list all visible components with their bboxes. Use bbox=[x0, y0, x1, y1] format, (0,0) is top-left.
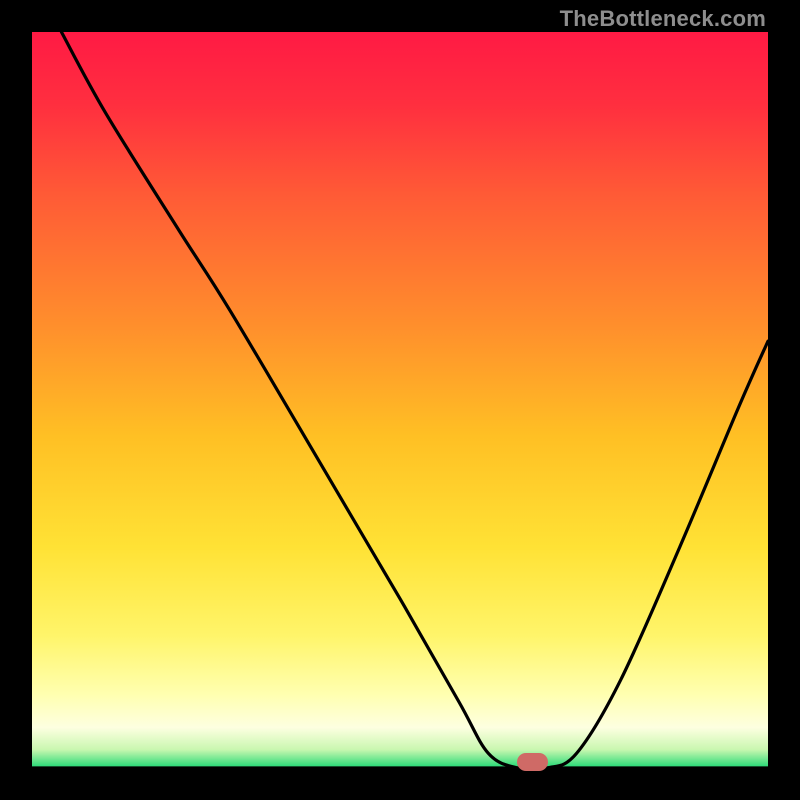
optimal-marker bbox=[517, 753, 548, 771]
watermark-text: TheBottleneck.com bbox=[560, 6, 766, 32]
plot-area bbox=[32, 32, 768, 768]
bottleneck-curve bbox=[32, 32, 768, 768]
chart-frame: TheBottleneck.com bbox=[0, 0, 800, 800]
